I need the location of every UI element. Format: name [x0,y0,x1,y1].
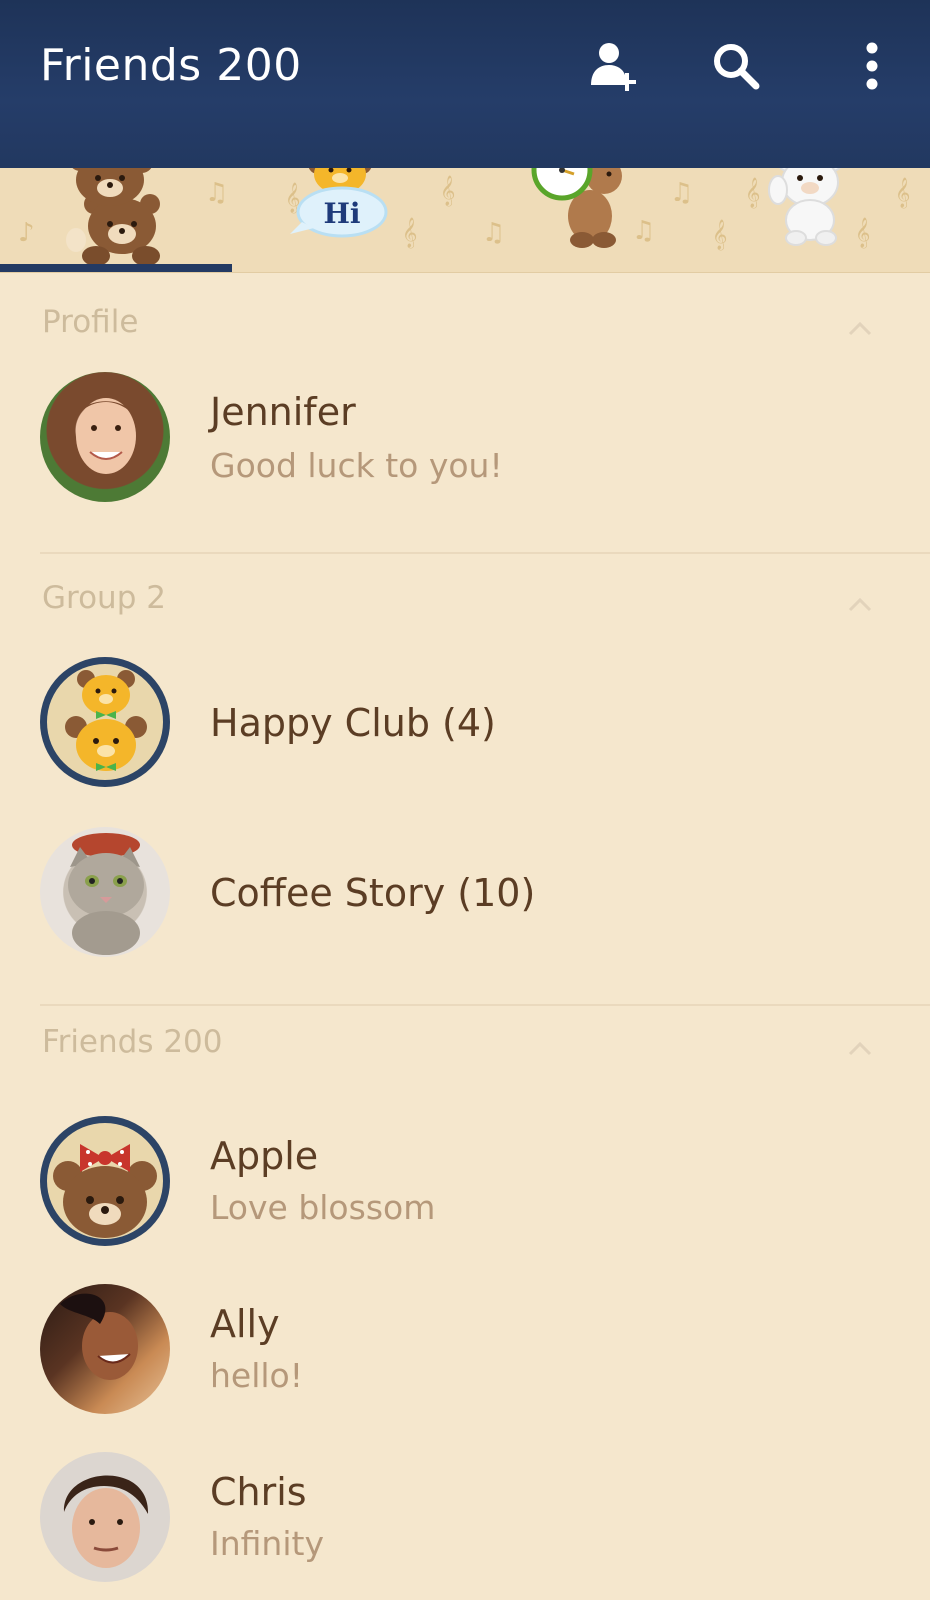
avatar [40,1284,170,1414]
more-vertical-icon[interactable] [842,36,902,96]
clock-bear-icon [531,139,622,248]
friend-row[interactable]: Ally hello! [0,1282,930,1422]
divider [40,552,930,554]
avatar [40,372,170,502]
active-tab-indicator [0,264,232,272]
group-name: Coffee Story (10) [210,871,536,915]
friend-row[interactable]: Chris Infinity [0,1450,930,1590]
page-title: Friends 200 [40,40,302,91]
section-header-friends: Friends 200 [42,1024,223,1060]
profile-row[interactable]: Jennifer Good luck to you! [0,370,930,510]
tab-bar: ♪ ♫ 𝄞 𝄞 𝄞 ♫ ♫ ♫ 𝄞 𝄞 𝄞 𝄞 Hi [0,138,930,273]
profile-name: Jennifer [210,390,356,434]
avatar [40,657,170,787]
white-bear-icon [768,138,844,246]
friend-row[interactable]: Apple Love blossom [0,1114,930,1254]
top-bar: Friends 200 [0,0,930,168]
chevron-up-icon[interactable] [846,1034,874,1062]
avatar [40,1452,170,1582]
friend-status: Love blossom [210,1188,436,1227]
tab-more[interactable] [696,138,928,272]
chevron-up-icon[interactable] [846,590,874,618]
chevron-up-icon[interactable] [846,314,874,342]
friend-name: Ally [210,1302,280,1346]
tab-chats[interactable]: Hi [232,154,464,272]
bears-stack-icon [66,138,160,266]
group-name: Happy Club (4) [210,701,496,745]
friend-name: Chris [210,1470,307,1514]
tab-friends[interactable] [0,138,232,272]
group-row[interactable]: Happy Club (4) [0,655,930,795]
divider [40,1004,930,1006]
friend-name: Apple [210,1134,319,1178]
hi-label: Hi [323,197,360,230]
section-header-profile: Profile [42,304,139,340]
tab-timeline[interactable] [464,139,696,272]
group-row[interactable]: Coffee Story (10) [0,825,930,965]
friend-status: Infinity [210,1524,324,1563]
section-header-groups: Group 2 [42,580,166,616]
avatar [40,1116,170,1246]
hi-bubble-icon: Hi [290,154,388,238]
search-icon[interactable] [706,36,766,96]
profile-status: Good luck to you! [210,446,503,485]
add-friend-icon[interactable] [584,36,644,96]
avatar [40,827,170,957]
friend-status: hello! [210,1356,303,1395]
